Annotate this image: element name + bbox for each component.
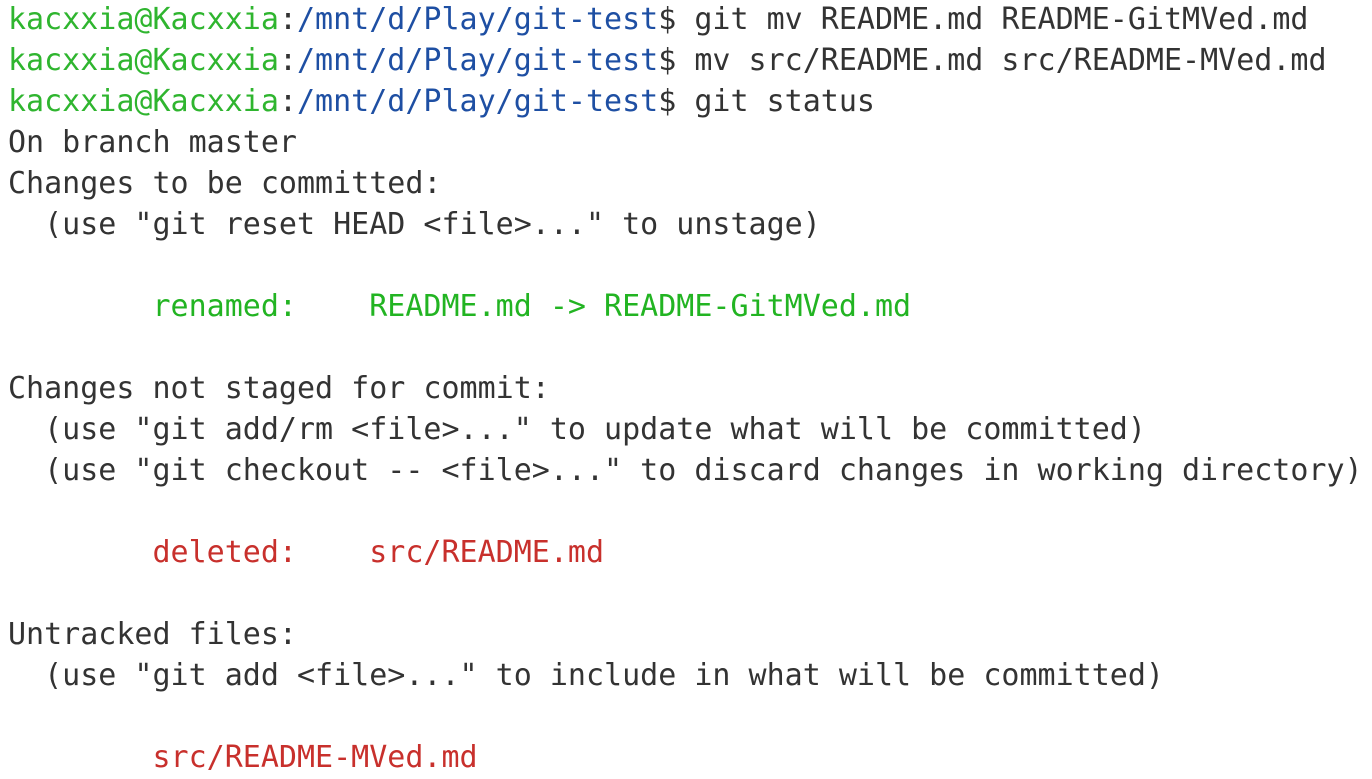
prompt-cwd: /mnt/d/Play/git-test [297, 2, 659, 37]
not-staged-hint-1: (use "git add/rm <file>..." to update wh… [8, 412, 1146, 447]
command-text: mv src/README.md src/README-MVed.md [694, 43, 1327, 78]
prompt-separator: : [278, 43, 297, 78]
prompt-symbol: $ [658, 43, 695, 78]
untracked-entry: src/README-MVed.md [8, 737, 1372, 778]
prompt-line-2: kacxxia@Kacxxia:/mnt/d/Play/git-test$ mv… [8, 40, 1372, 81]
command-text: git status [694, 84, 875, 119]
entry-path: README.md -> README-GitMVed.md [369, 289, 912, 324]
entry-status: renamed: [8, 289, 370, 324]
untracked-hint: (use "git add <file>..." to include in w… [8, 658, 1164, 693]
terminal-window[interactable]: kacxxia@Kacxxia:/mnt/d/Play/git-test$ gi… [0, 0, 1372, 779]
prompt-separator: : [278, 84, 297, 119]
staged-header: Changes to be committed: [8, 166, 442, 201]
prompt-user-host: kacxxia@Kacxxia [8, 43, 279, 78]
prompt-line-3: kacxxia@Kacxxia:/mnt/d/Play/git-test$ gi… [8, 81, 1372, 122]
entry-path: src/README.md [369, 535, 605, 570]
prompt-symbol: $ [658, 84, 695, 119]
not-staged-hint-2: (use "git checkout -- <file>..." to disc… [8, 453, 1363, 488]
prompt-symbol: $ [658, 2, 695, 37]
entry-path: src/README-MVed.md [152, 740, 478, 775]
prompt-cwd: /mnt/d/Play/git-test [297, 84, 659, 119]
untracked-header: Untracked files: [8, 617, 297, 652]
prompt-line-1: kacxxia@Kacxxia:/mnt/d/Play/git-test$ gi… [8, 0, 1372, 40]
not-staged-entry: deleted: src/README.md [8, 532, 1372, 573]
staged-hint: (use "git reset HEAD <file>..." to unsta… [8, 207, 821, 242]
entry-status: deleted: [8, 535, 370, 570]
entry-indent [8, 740, 153, 775]
prompt-separator: : [278, 2, 297, 37]
prompt-user-host: kacxxia@Kacxxia [8, 2, 279, 37]
command-text: git mv README.md README-GitMVed.md [694, 2, 1309, 37]
prompt-user-host: kacxxia@Kacxxia [8, 84, 279, 119]
staged-entry: renamed: README.md -> README-GitMVed.md [8, 286, 1372, 327]
prompt-cwd: /mnt/d/Play/git-test [297, 43, 659, 78]
not-staged-header: Changes not staged for commit: [8, 371, 550, 406]
branch-line: On branch master [8, 125, 297, 160]
